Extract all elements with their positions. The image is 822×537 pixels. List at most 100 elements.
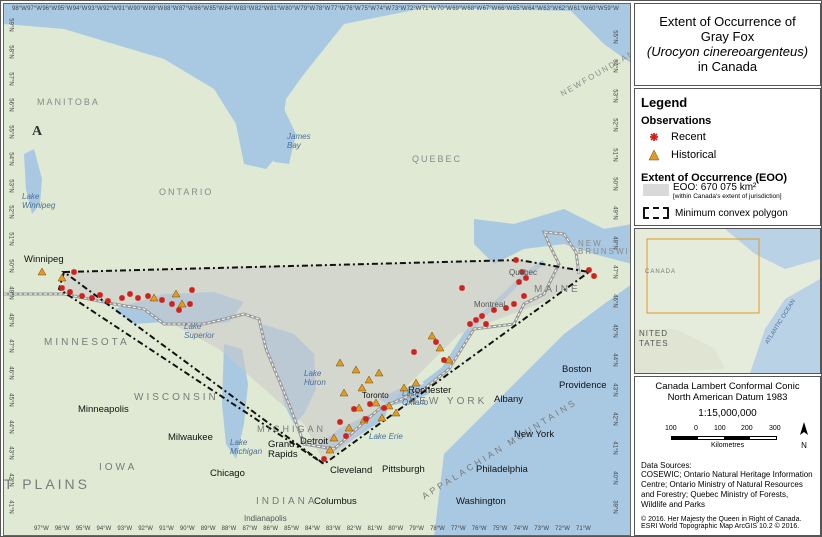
- scale-bar: 100 0 100 200 300 Kilometres N: [641, 422, 814, 453]
- recent-point: [321, 456, 327, 462]
- scale-tick: 100: [714, 425, 726, 432]
- city-minneapolis: Minneapolis: [78, 404, 129, 415]
- eoo-sublabel: [within Canada's extent of jurisdiction]: [673, 193, 782, 200]
- graticule-tick-label: 86°W: [194, 6, 209, 12]
- graticule-tick-label: 69°W: [452, 6, 467, 12]
- recent-point: [381, 405, 387, 411]
- graticule-tick-label: 64°W: [528, 6, 543, 12]
- graticule-tick-label: 94°W: [72, 6, 88, 12]
- city-indianapolis: Indianapolis: [244, 514, 287, 523]
- graticule-tick-label: 80°W: [388, 526, 404, 532]
- graticule-tick-label: 91°W: [159, 526, 174, 532]
- graticule-tick-label: 78°W: [430, 526, 445, 532]
- recent-point: [105, 298, 111, 304]
- graticule-tick-label: 97°W: [34, 526, 49, 532]
- projection-line-1: Canada Lambert Conformal Conic: [655, 381, 800, 392]
- graticule-tick-label: 82°W: [346, 526, 362, 532]
- state-iowa: IOWA: [99, 462, 138, 473]
- city-boston: Boston: [562, 364, 592, 375]
- graticule-tick-label: 44°N: [7, 419, 14, 434]
- legend-historical: Historical: [643, 149, 716, 161]
- state-minnesota: MINNESOTA: [44, 337, 130, 348]
- recent-point: [176, 307, 182, 313]
- state-wisconsin: WISCONSIN: [134, 392, 219, 403]
- province-quebec: QUEBEC: [412, 154, 463, 164]
- city-philadelphia: Philadelphia: [476, 464, 528, 475]
- recent-point: [351, 406, 357, 412]
- city-detroit: Detroit: [300, 436, 328, 447]
- graticule-tick-label: 56°N: [7, 98, 14, 113]
- graticule-tick-label: 50°N: [611, 177, 618, 191]
- graticule-tick-label: 83°W: [239, 6, 255, 12]
- city-milwaukee: Milwaukee: [168, 432, 213, 443]
- recent-point: [159, 297, 165, 303]
- graticule-tick-label: 51°N: [611, 147, 618, 162]
- city-albany: Albany: [494, 394, 524, 405]
- graticule-tick-label: 96°W: [54, 526, 70, 532]
- graticule-tick-label: 77°W: [450, 526, 466, 532]
- graticule-tick-label: 77°W: [330, 6, 346, 12]
- panel-letter: A: [32, 124, 43, 139]
- graticule-tick-label: 71°W: [576, 526, 591, 532]
- graticule-tick-label: 78°W: [315, 6, 331, 12]
- recent-point: [459, 285, 465, 291]
- observations-heading: Observations: [641, 115, 712, 127]
- recent-point: [119, 295, 125, 301]
- city-columbus: Columbus: [314, 496, 357, 507]
- recent-point: [343, 433, 349, 439]
- graticule-tick-label: 59°W: [604, 6, 619, 12]
- recent-point: [467, 321, 473, 327]
- graticule-tick-label: 90°W: [179, 526, 195, 532]
- recent-point: [135, 295, 141, 301]
- title-panel: Extent of Occurrence of Gray Fox (Urocyo…: [634, 3, 821, 86]
- main-map[interactable]: A MANITOBA ONTARIO QUEBEC NEWFOUNDLAND A…: [3, 3, 631, 536]
- legend-heading: Legend: [641, 95, 688, 110]
- graticule-tick-label: 85°W: [209, 6, 225, 12]
- recent-point: [591, 273, 597, 279]
- graticule-tick-label: 95°W: [57, 6, 73, 12]
- graticule-tick-label: 54°N: [7, 152, 14, 166]
- graticule-tick-label: 54°N: [611, 59, 618, 74]
- historical-point: [37, 267, 47, 276]
- graticule-tick-label: 92°W: [138, 526, 153, 532]
- copyright-1: © 2016. Her Majesty the Queen in Right o…: [641, 516, 802, 523]
- graticule-tick-label: 86°W: [263, 526, 279, 532]
- title-line-2: Gray Fox: [700, 29, 755, 44]
- inset-map[interactable]: CANADA NITED TATES ATLANTIC OCEAN: [634, 228, 821, 374]
- recent-point: [441, 357, 447, 363]
- recent-point: [189, 287, 195, 293]
- eoo-text: EOO: 670 075 km² [within Canada's extent…: [673, 182, 782, 200]
- scale-ratio: 1:15,000,000: [698, 408, 757, 419]
- title-line-1: Extent of Occurrence of: [659, 14, 796, 29]
- recent-star-icon: [643, 131, 665, 143]
- graticule-tick-label: 50°N: [7, 259, 14, 273]
- graticule-tick-label: 47°N: [7, 339, 14, 354]
- city-montreal: Montreal: [474, 300, 506, 309]
- historical-label: Historical: [671, 149, 717, 161]
- title-line-4: in Canada: [697, 59, 758, 74]
- city-new-york: New York: [514, 429, 555, 440]
- graticule-tick-label: 87°W: [178, 6, 194, 12]
- historical-triangle-icon: [643, 149, 665, 161]
- graticule-tick-label: 92°W: [103, 6, 118, 12]
- graticule-tick-label: 60°W: [588, 6, 604, 12]
- graticule-tick-label: 58°N: [7, 45, 14, 59]
- graticule-tick-label: 51°N: [7, 232, 14, 246]
- recent-point: [367, 401, 373, 407]
- graticule-tick-label: 83°W: [325, 526, 341, 532]
- graticule-tick-label: 93°W: [117, 526, 133, 532]
- province-new-brunswick: NEW BRUNSWICK: [578, 239, 630, 256]
- scale-tick: 0: [694, 425, 698, 432]
- graticule-tick-label: 62°W: [558, 6, 574, 12]
- label-james-bay: James Bay: [287, 132, 311, 150]
- inset-us-label-1: NITED: [639, 329, 668, 338]
- graticule-tick-label: 75°W: [361, 6, 376, 12]
- graticule-tick-label: 43°N: [7, 446, 14, 461]
- recent-point: [145, 293, 151, 299]
- recent-label: Recent: [671, 131, 706, 143]
- graticule-tick-label: 97°W: [27, 6, 42, 12]
- graticule-tick-label: 82°W: [254, 6, 270, 12]
- great-plains: T PLAINS: [4, 476, 90, 492]
- scale-bar-graphic: [671, 436, 777, 440]
- graticule-tick-label: 88°W: [221, 526, 237, 532]
